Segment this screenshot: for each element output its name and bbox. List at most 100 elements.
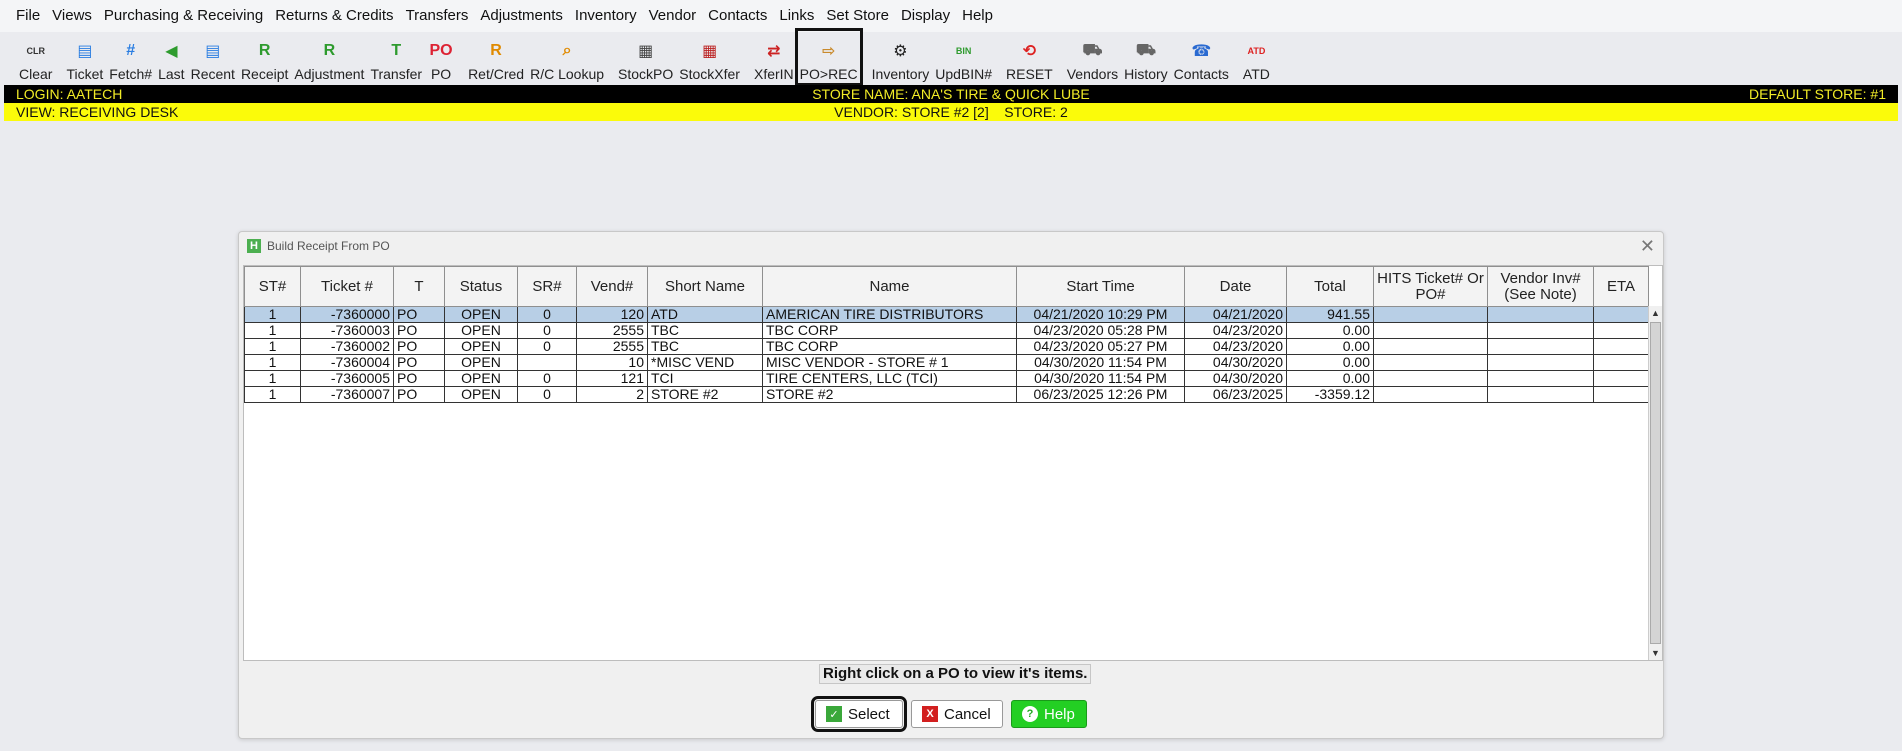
toolbar-reset-button[interactable]: ⟲ RESET (1003, 34, 1056, 84)
menu-help[interactable]: Help (956, 0, 999, 32)
toolbar-recent-button[interactable]: ▤ Recent (188, 34, 238, 84)
po-icon: PO (429, 42, 453, 59)
table-cell: 0 (517, 306, 577, 323)
inventory-icon: ⚙ (893, 43, 908, 60)
table-row[interactable]: 1 -7360002 PO OPEN 0 2555 TBC TBC CORP 04/23/202… (244, 338, 1649, 355)
table-cell: 2555 (576, 338, 648, 355)
table-cell (1487, 306, 1594, 323)
table-cell: OPEN (444, 322, 518, 339)
column-header[interactable]: Date (1184, 266, 1287, 307)
column-header[interactable]: ETA (1593, 266, 1649, 307)
toolbar-fetch-button[interactable]: # Fetch# (106, 34, 155, 84)
transfer-icon: T (391, 42, 402, 59)
table-cell: OPEN (444, 386, 518, 403)
column-header[interactable]: Short Name (647, 266, 763, 307)
help-button[interactable]: ? Help (1011, 700, 1087, 728)
table-cell: 0.00 (1286, 354, 1374, 371)
column-header[interactable]: Total (1286, 266, 1374, 307)
toolbar-po-button[interactable]: PO PO (425, 34, 457, 84)
table-cell: 04/30/2020 (1184, 354, 1287, 371)
table-row[interactable]: 1 -7360004 PO OPEN 10 *MISC VEND MISC VENDOR -… (244, 354, 1649, 371)
toolbar-contacts-button[interactable]: ☎ Contacts (1171, 34, 1232, 84)
toolbar: CLR Clear ▤ Ticket # Fetch# ◀ Last ▤ Recent R Recei… (0, 28, 1902, 86)
toolbar-receipt-label: Receipt (240, 66, 289, 82)
column-header[interactable]: HITS Ticket# Or PO# (1373, 266, 1488, 307)
atd-icon: ATD (1247, 46, 1266, 56)
stockxfer-icon: ▦ (702, 43, 718, 60)
toolbar-ret-cred-button[interactable]: R Ret/Cred (465, 34, 527, 84)
toolbar-ticket-button[interactable]: ▤ Ticket (63, 34, 106, 84)
menu-file[interactable]: File (10, 0, 46, 32)
table-row[interactable]: 1 -7360007 PO OPEN 0 2 STORE #2 STORE #2 06/23/2… (244, 386, 1649, 403)
table-cell: 1 (244, 306, 301, 323)
column-header[interactable]: Name (762, 266, 1017, 307)
toolbar-last-button[interactable]: ◀ Last (155, 34, 187, 84)
cancel-button[interactable]: X Cancel (911, 700, 1003, 728)
app-logo-icon: H (247, 239, 261, 253)
table-cell (517, 354, 577, 371)
column-header[interactable]: ST# (244, 266, 301, 307)
menu-transfers[interactable]: Transfers (400, 0, 475, 32)
vertical-scrollbar[interactable]: ▲ ▼ (1648, 306, 1662, 660)
menu-contacts[interactable]: Contacts (702, 0, 773, 32)
toolbar-updbin-label: UpdBIN# (935, 66, 993, 82)
menu-vendor[interactable]: Vendor (643, 0, 703, 32)
menu-set-store[interactable]: Set Store (820, 0, 895, 32)
table-cell (1373, 322, 1488, 339)
clear-icon: CLR (26, 46, 45, 56)
close-icon[interactable]: ✕ (1640, 236, 1655, 257)
toolbar-atd-label: ATD (1242, 66, 1270, 82)
toolbar-rc-lookup-label: R/C Lookup (530, 66, 605, 82)
table-cell: 121 (576, 370, 648, 387)
rc-lookup-icon: ⌕ (562, 42, 572, 59)
toolbar-transfer-button[interactable]: T Transfer (367, 34, 425, 84)
table-cell: STORE #2 (647, 386, 763, 403)
table-cell: TBC CORP (762, 322, 1017, 339)
column-header[interactable]: Vend# (576, 266, 648, 307)
column-header[interactable]: Vendor Inv# (See Note) (1487, 266, 1594, 307)
table-cell: TBC (647, 322, 763, 339)
toolbar-reset-label: RESET (1006, 66, 1053, 82)
toolbar-stockpo-button[interactable]: ▦ StockPO (615, 34, 676, 84)
menu-links[interactable]: Links (773, 0, 820, 32)
menu-display[interactable]: Display (895, 0, 956, 32)
toolbar-clear-label: Clear (19, 66, 53, 82)
toolbar-vendors-button[interactable]: ⛟ Vendors (1064, 34, 1121, 84)
toolbar-rc-lookup-button[interactable]: ⌕ R/C Lookup (527, 34, 607, 84)
toolbar-adjustment-button[interactable]: R Adjustment (291, 34, 367, 84)
toolbar-atd-button[interactable]: ATD ATD (1240, 34, 1273, 84)
menu-adjustments[interactable]: Adjustments (474, 0, 569, 32)
column-header[interactable]: Start Time (1016, 266, 1185, 307)
toolbar-clear-button[interactable]: CLR Clear (16, 34, 55, 84)
scroll-up-icon[interactable]: ▲ (1649, 306, 1662, 320)
column-header[interactable]: SR# (517, 266, 577, 307)
table-row[interactable]: 1 -7360005 PO OPEN 0 121 TCI TIRE CENTERS, LLC … (244, 370, 1649, 387)
table-cell: TCI (647, 370, 763, 387)
table-cell: 06/23/2025 12:26 PM (1016, 386, 1185, 403)
scroll-thumb[interactable] (1650, 322, 1661, 644)
menu-inventory[interactable]: Inventory (569, 0, 643, 32)
column-header[interactable]: Status (444, 266, 518, 307)
hint-text: Right click on a PO to view it's items. (819, 664, 1092, 684)
ret-cred-icon: R (490, 42, 502, 59)
menu-purchasing-receiving[interactable]: Purchasing & Receiving (98, 0, 269, 32)
toolbar-receipt-button[interactable]: R Receipt (238, 34, 291, 84)
toolbar-updbin-button[interactable]: BIN UpdBIN# (932, 34, 995, 84)
column-header[interactable]: T (393, 266, 445, 307)
toolbar-po-rec-button[interactable]: ⇨ PO>REC (794, 28, 863, 86)
menu-returns-credits[interactable]: Returns & Credits (269, 0, 399, 32)
table-cell: 0.00 (1286, 338, 1374, 355)
table-cell: 0 (517, 370, 577, 387)
toolbar-inventory-button[interactable]: ⚙ Inventory (869, 34, 933, 84)
column-header[interactable]: Ticket # (300, 266, 394, 307)
scroll-down-icon[interactable]: ▼ (1649, 646, 1662, 660)
select-button[interactable]: ✓ Select (811, 696, 907, 732)
table-row[interactable]: 1 -7360000 PO OPEN 0 120 ATD AMERICAN TIRE DIST… (244, 306, 1649, 323)
toolbar-stockxfer-button[interactable]: ▦ StockXfer (676, 34, 743, 84)
menu-views[interactable]: Views (46, 0, 98, 32)
toolbar-ret-cred-label: Ret/Cred (468, 66, 525, 82)
toolbar-xferin-button[interactable]: ⇄ XferIN (751, 34, 797, 84)
toolbar-history-button[interactable]: ⛟ History (1121, 34, 1171, 84)
table-row[interactable]: 1 -7360003 PO OPEN 0 2555 TBC TBC CORP 04/23/202… (244, 322, 1649, 339)
table-cell: OPEN (444, 338, 518, 355)
